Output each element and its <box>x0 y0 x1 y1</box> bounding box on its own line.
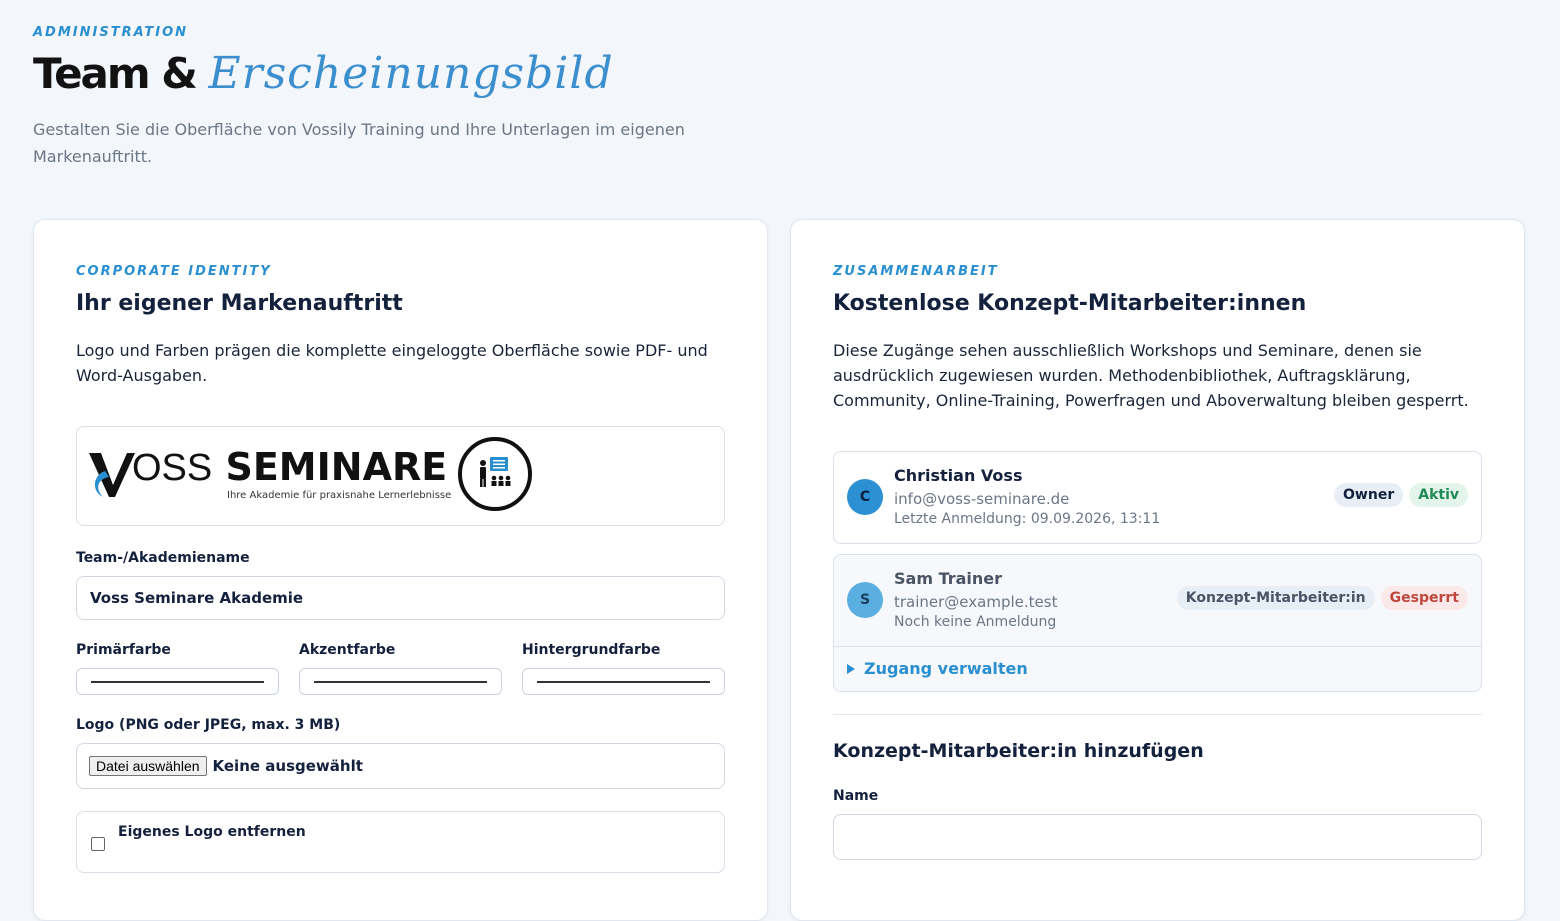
collaboration-eyebrow: ZUSAMMENARBEIT <box>833 264 999 279</box>
voss-logo-mark-icon <box>89 453 135 497</box>
collaboration-card: ZUSAMMENARBEIT Kostenlose Konzept-Mitarb… <box>790 219 1525 921</box>
member-card: S Sam Trainer trainer@example.test Noch … <box>833 554 1482 692</box>
member-email: info@voss-seminare.de <box>894 490 1070 508</box>
collaboration-description: Diese Zugänge sehen ausschließlich Works… <box>833 341 1469 410</box>
file-status: Keine ausgewählt <box>212 757 363 775</box>
presenter-glyph-icon <box>480 457 511 487</box>
logo-upload-label: Logo (PNG oder JPEG, max. 3 MB) <box>76 717 341 733</box>
page-title: Team & Erscheinungsbild <box>33 48 614 99</box>
logo-voss-text: OSS <box>132 447 213 489</box>
member-email: trainer@example.test <box>894 593 1058 611</box>
branding-eyebrow: CORPORATE IDENTITY <box>76 264 272 279</box>
avatar: C <box>847 479 883 515</box>
branding-card: CORPORATE IDENTITY Ihr eigener Markenauf… <box>33 219 768 921</box>
role-badge: Konzept-Mitarbeiter:in <box>1176 586 1375 610</box>
branding-description: Logo und Farben prägen die komplette ein… <box>76 341 708 385</box>
add-member-title: Konzept-Mitarbeiter:in hinzufügen <box>833 740 1204 762</box>
avatar: S <box>847 582 883 618</box>
page-subtitle: Gestalten Sie die Oberfläche von Vossily… <box>33 120 685 166</box>
disclosure-triangle-icon <box>847 664 855 674</box>
manage-access-toggle[interactable]: Zugang verwalten <box>834 646 1481 691</box>
logo-preview: OSS SEMINARE Ihre Akademie für praxisnah… <box>76 426 725 526</box>
background-color-picker[interactable] <box>522 668 725 695</box>
team-name-value: Voss Seminare Akademie <box>90 589 304 607</box>
presenter-icon <box>458 437 532 511</box>
remove-logo-checkbox[interactable] <box>91 837 105 851</box>
member-badges: Owner Aktiv <box>1334 483 1468 507</box>
status-badge: Gesperrt <box>1380 586 1468 610</box>
member-last-login: Letzte Anmeldung: 09.09.2026, 13:11 <box>894 511 1161 527</box>
member-name: Christian Voss <box>894 466 1023 485</box>
logo-seminare-text: SEMINARE <box>225 445 448 489</box>
page-title-script: Erscheinungsbild <box>208 48 614 99</box>
primary-color-label: Primärfarbe <box>76 642 171 658</box>
logo-file-input[interactable]: Datei auswählen Keine ausgewählt <box>76 743 725 789</box>
remove-logo-label: Eigenes Logo entfernen <box>118 824 306 840</box>
background-color-label: Hintergrundfarbe <box>522 642 661 658</box>
remove-logo-option[interactable]: Eigenes Logo entfernen <box>76 811 725 873</box>
color-fields: Primärfarbe Akzentfarbe Hintergrundfarbe <box>76 642 725 695</box>
member-badges: Konzept-Mitarbeiter:in Gesperrt <box>1176 586 1468 610</box>
accent-color-picker[interactable] <box>299 668 502 695</box>
page-title-bold: Team & <box>33 49 198 98</box>
logo-wordmark: OSS SEMINARE <box>132 445 447 490</box>
name-input[interactable] <box>833 814 1482 860</box>
choose-file-button[interactable]: Datei auswählen <box>89 756 207 776</box>
accent-color-label: Akzentfarbe <box>299 642 396 658</box>
member-last-login: Noch keine Anmeldung <box>894 614 1057 630</box>
team-name-input[interactable]: Voss Seminare Akademie <box>76 576 725 620</box>
name-label: Name <box>833 788 879 804</box>
status-badge: Aktiv <box>1409 483 1468 507</box>
manage-access-label: Zugang verwalten <box>864 659 1028 678</box>
page-eyebrow: ADMINISTRATION <box>33 25 189 40</box>
branding-title: Ihr eigener Markenauftritt <box>76 291 403 316</box>
role-badge: Owner <box>1334 483 1404 507</box>
member-card: C Christian Voss info@voss-seminare.de L… <box>833 451 1482 544</box>
logo-tagline: Ihre Akademie für praxisnahe Lernerlebni… <box>227 490 452 501</box>
member-name: Sam Trainer <box>894 569 1003 588</box>
team-name-label: Team-/Akademiename <box>76 550 250 566</box>
primary-color-picker[interactable] <box>76 668 279 695</box>
collaboration-title: Kostenlose Konzept-Mitarbeiter:innen <box>833 291 1307 316</box>
divider <box>833 714 1482 715</box>
